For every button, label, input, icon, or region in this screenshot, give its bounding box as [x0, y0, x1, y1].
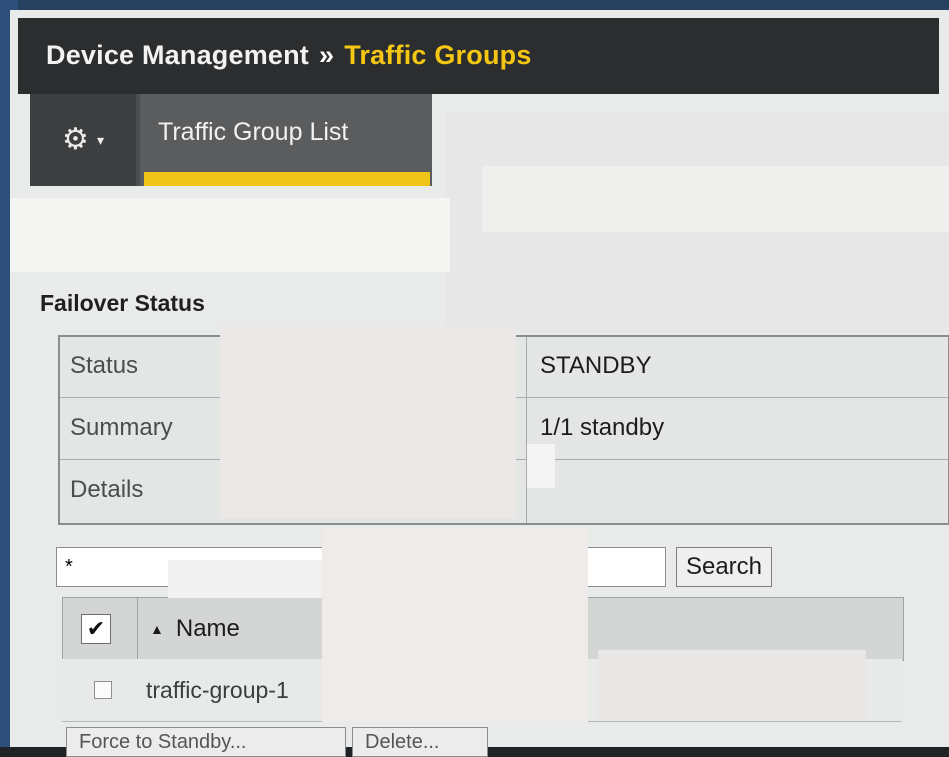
status-value: STANDBY [540, 352, 652, 379]
breadcrumb-separator: » [319, 40, 335, 70]
row-checkbox[interactable] [94, 681, 112, 699]
breadcrumb-section[interactable]: Device Management [46, 40, 309, 70]
select-all-checkbox[interactable]: ✔ [81, 614, 111, 644]
redacted-area [527, 444, 555, 488]
breadcrumb-current: Traffic Groups [344, 40, 532, 70]
chevron-down-icon: ▾ [96, 131, 104, 148]
settings-menu-button[interactable]: ⚙ ▾ [30, 94, 136, 186]
redacted-area [220, 326, 516, 518]
breadcrumb: Device Management » Traffic Groups [46, 40, 532, 71]
redacted-area [598, 650, 866, 720]
delete-button[interactable]: Delete... [352, 727, 488, 757]
tab-label: Traffic Group List [158, 118, 349, 146]
gear-icon: ⚙ [62, 123, 89, 156]
traffic-group-link[interactable]: traffic-group-1 [146, 677, 289, 704]
status-label: Status [70, 352, 139, 379]
search-button[interactable]: Search [676, 547, 772, 587]
name-column-label: Name [175, 615, 240, 642]
summary-label: Summary [70, 414, 173, 441]
page-header: Device Management » Traffic Groups [18, 18, 939, 94]
failover-status-title: Failover Status [40, 290, 205, 316]
redacted-area [10, 198, 450, 272]
tab-bar: ⚙ ▾ Traffic Group List [30, 94, 432, 186]
redacted-area [322, 528, 588, 722]
details-label: Details [70, 476, 144, 503]
force-to-standby-button[interactable]: Force to Standby... [66, 727, 346, 757]
redacted-area [482, 166, 949, 232]
redacted-area [168, 560, 328, 598]
active-tab-indicator [144, 172, 430, 186]
sort-ascending-icon: ▲ [150, 621, 164, 637]
tab-traffic-group-list[interactable]: Traffic Group List [140, 94, 432, 186]
summary-value: 1/1 standby [540, 414, 665, 441]
